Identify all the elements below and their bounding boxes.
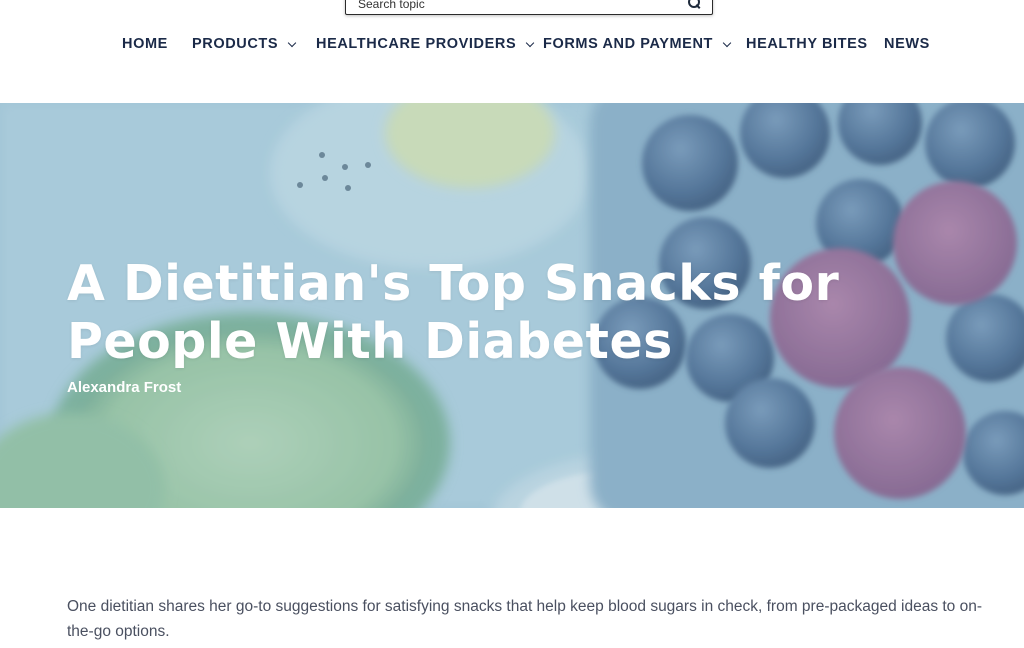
chevron-down-icon — [722, 38, 732, 47]
nav-item-label: HEALTHY BITES — [746, 36, 868, 52]
search-input[interactable] — [358, 0, 678, 14]
search-box[interactable] — [345, 0, 713, 15]
search-icon[interactable] — [688, 0, 700, 8]
nav-item-label: HEALTHCARE PROVIDERS — [316, 36, 517, 52]
page-title: A Dietitian's Top Snacks for People With… — [67, 255, 840, 370]
nav-item-label: FORMS AND PAYMENT — [543, 36, 713, 52]
nav-item-label: NEWS — [884, 36, 930, 52]
nav-item-healthy-bites[interactable]: HEALTHY BITES — [746, 33, 868, 55]
nav-item-forms-and-payment[interactable]: FORMS AND PAYMENT — [543, 33, 732, 55]
article-intro: One dietitian shares her go-to suggestio… — [67, 598, 983, 640]
author-name[interactable]: Alexandra Frost — [67, 379, 181, 396]
nav-item-label: HOME — [122, 36, 168, 52]
nav-item-news[interactable]: NEWS — [884, 33, 930, 55]
nav-item-healthcare-providers[interactable]: HEALTHCARE PROVIDERS — [316, 33, 535, 55]
nav-item-products[interactable]: PRODUCTS — [192, 33, 297, 55]
nav-item-label: PRODUCTS — [192, 36, 279, 52]
hero-banner: A Dietitian's Top Snacks for People With… — [0, 103, 1024, 508]
site-header: HOME PRODUCTS HEALTHCARE PROVIDERS FORMS… — [0, 0, 1024, 103]
nav-item-home[interactable]: HOME — [122, 33, 168, 55]
main-nav: HOME PRODUCTS HEALTHCARE PROVIDERS FORMS… — [0, 33, 1024, 55]
chevron-down-icon — [287, 38, 297, 47]
chevron-down-icon — [526, 38, 535, 47]
